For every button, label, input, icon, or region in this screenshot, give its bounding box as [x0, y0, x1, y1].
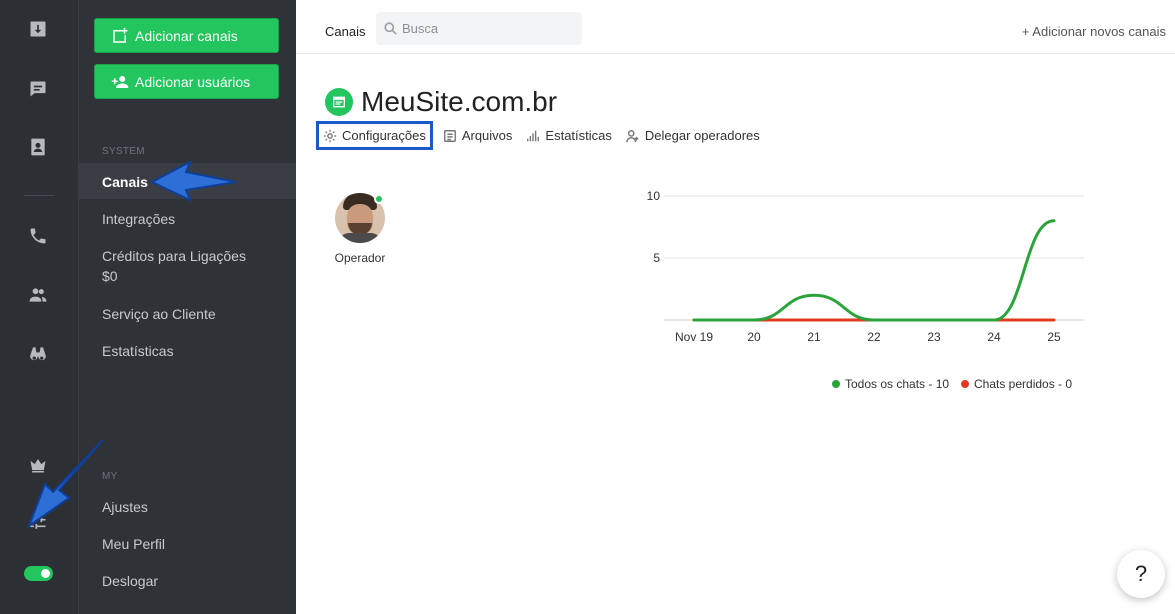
sidebar-item-label: Créditos para Ligações	[102, 248, 246, 264]
tab-estatisticas[interactable]: Estatísticas	[526, 128, 612, 143]
operator-label: Operador	[334, 251, 386, 265]
tab-label: Delegar operadores	[644, 128, 760, 143]
page-title: Canais	[325, 24, 366, 39]
status-toggle[interactable]	[24, 566, 53, 581]
tab-delegar-operadores[interactable]: Delegar operadores	[626, 128, 760, 143]
sidebar-item-label: Canais	[102, 174, 148, 190]
x-tick-label: 25	[1047, 330, 1061, 344]
binoculars-icon[interactable]	[27, 343, 49, 365]
sidebar-item-deslogar[interactable]: Deslogar	[79, 571, 296, 591]
credits-balance: $0	[102, 268, 118, 284]
user-plus-icon	[626, 129, 639, 142]
x-tick-label: 20	[747, 330, 761, 344]
rail-divider	[24, 195, 54, 196]
sidebar-item-label: Integrações	[102, 211, 176, 227]
add-channels-label: Adicionar canais	[135, 27, 238, 44]
x-tick-label: Nov 19	[675, 330, 713, 344]
sidebar-item-creditos[interactable]: Créditos para Ligações $0	[79, 246, 296, 286]
sidebar-item-meu-perfil[interactable]: Meu Perfil	[79, 534, 296, 554]
legend-marker	[961, 380, 969, 388]
online-status-dot	[374, 194, 384, 204]
search-box	[376, 12, 582, 45]
x-tick-label: 24	[987, 330, 1001, 344]
site-badge	[325, 88, 353, 116]
main-content: Canais + Adicionar novos canais MeuSite.…	[296, 0, 1175, 614]
channel-tabs: Configurações Arquivos Estatísticas Dele…	[316, 121, 774, 150]
x-tick-label: 23	[927, 330, 941, 344]
series-line-0	[692, 219, 1056, 322]
sidebar-item-ajustes[interactable]: Ajustes	[79, 497, 296, 517]
y-tick-label: 10	[647, 189, 661, 203]
contact-card-icon[interactable]	[27, 136, 49, 158]
add-channel-icon	[113, 27, 128, 43]
site-title: MeuSite.com.br	[361, 86, 558, 117]
topbar: Canais + Adicionar novos canais	[296, 0, 1175, 54]
chat-icon[interactable]	[27, 78, 49, 100]
section-my-label: MY	[102, 471, 118, 482]
legend-label: Chats perdidos - 0	[974, 377, 1072, 391]
sidebar-item-canais[interactable]: Canais	[79, 163, 296, 199]
download-icon[interactable]	[27, 18, 49, 40]
tab-label: Arquivos	[461, 128, 513, 143]
users-icon[interactable]	[27, 284, 49, 306]
tab-arquivos[interactable]: Arquivos	[443, 128, 513, 143]
browser-window-icon	[333, 96, 345, 108]
document-icon	[443, 129, 456, 142]
sidebar-item-label: Deslogar	[102, 573, 159, 589]
gear-icon	[323, 129, 337, 142]
sidebar: Adicionar canais Adicionar usuários SYST…	[79, 0, 296, 614]
tab-configuracoes[interactable]: Configurações	[316, 121, 433, 150]
add-channels-button[interactable]: Adicionar canais	[94, 18, 279, 53]
chart-svg: 5 10 Nov 19 20 21 22 23 24 25 Todos os chats - 10…	[647, 189, 1084, 391]
icon-rail	[0, 0, 79, 614]
section-system-label: SYSTEM	[102, 146, 145, 157]
tab-label: Estatísticas	[545, 128, 612, 143]
sidebar-item-label: Serviço ao Cliente	[102, 306, 216, 322]
add-users-button[interactable]: Adicionar usuários	[94, 64, 279, 99]
tab-label: Configurações	[342, 128, 426, 143]
signal-icon	[527, 130, 540, 141]
sliders-icon[interactable]	[27, 512, 49, 534]
phone-icon[interactable]	[27, 225, 49, 247]
crown-icon[interactable]	[27, 454, 49, 476]
x-tick-label: 22	[867, 330, 881, 344]
add-new-channels-link[interactable]: + Adicionar novos canais	[1022, 24, 1166, 39]
search-input[interactable]	[402, 12, 578, 45]
sidebar-item-label: Ajustes	[102, 499, 148, 515]
sidebar-item-servico-cliente[interactable]: Serviço ao Cliente	[79, 304, 296, 324]
y-tick-label: 5	[653, 251, 660, 265]
x-tick-label: 21	[807, 330, 821, 344]
sidebar-item-estatisticas[interactable]: Estatísticas	[79, 341, 296, 361]
operator-card[interactable]: Operador	[333, 193, 387, 265]
add-users-label: Adicionar usuários	[135, 73, 251, 90]
legend-marker	[832, 380, 840, 388]
chats-chart: 5 10 Nov 19 20 21 22 23 24 25 Todos os chats - 10…	[636, 180, 1106, 400]
sidebar-item-integracoes[interactable]: Integrações	[79, 209, 296, 229]
legend-label: Todos os chats - 10	[845, 377, 949, 391]
sidebar-item-label: Meu Perfil	[102, 536, 166, 552]
add-user-icon	[111, 75, 129, 88]
site-header: MeuSite.com.br	[325, 86, 557, 118]
search-icon	[384, 22, 397, 35]
app-window: Adicionar canais Adicionar usuários SYST…	[0, 0, 1175, 614]
help-button[interactable]: ?	[1117, 550, 1165, 598]
sidebar-item-label: Estatísticas	[102, 343, 174, 359]
